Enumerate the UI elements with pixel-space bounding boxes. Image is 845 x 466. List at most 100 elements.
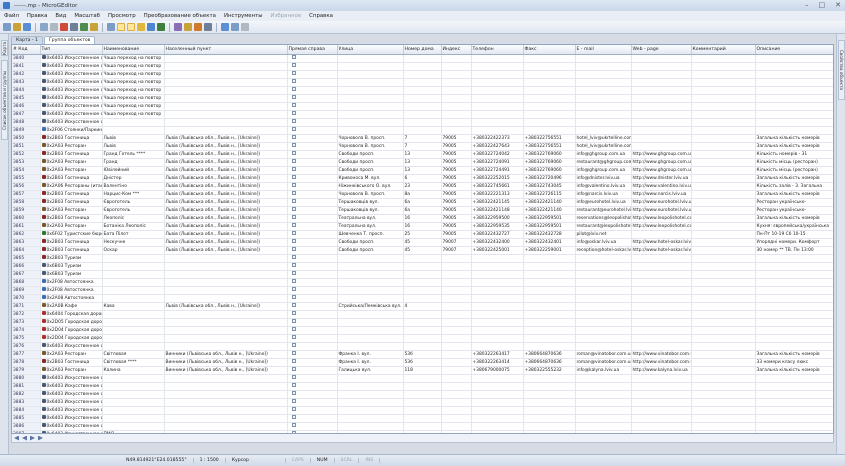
table-cell[interactable]: 0x6403 Искусственное с [40,406,103,415]
table-cell[interactable]: 0x6403 Искусственное с [40,422,103,431]
table-cell[interactable]: 0x2B03 Гостиница [40,174,103,183]
first-record-icon[interactable] [14,435,19,441]
table-cell[interactable] [287,270,338,279]
table-cell[interactable]: pilot@lviv.net [575,230,632,239]
table-cell[interactable] [471,286,524,295]
column-header[interactable]: Телефон [471,45,524,55]
table-cell[interactable]: roman@vinatobor.com.ua [575,358,632,367]
table-cell[interactable] [287,166,338,175]
table-cell[interactable] [403,78,442,87]
table-cell[interactable] [471,70,524,79]
table-cell[interactable]: 0x6403 Искусственное с [40,414,103,423]
table-cell[interactable]: +380322959501 [523,214,576,223]
tab-map[interactable]: Карта - 1 [11,36,43,44]
table-cell[interactable]: http://www.kalyna.lviv.ua [631,366,692,375]
menu-item[interactable]: Инструменты [224,13,263,19]
table-cell[interactable]: 0x6403 Искусственное с [40,54,103,63]
table-cell[interactable] [575,270,632,279]
table-cell[interactable] [403,262,442,271]
table-cell[interactable] [575,398,632,407]
column-header[interactable]: Улица [337,45,404,55]
table-cell[interactable] [102,286,165,295]
table-cell[interactable]: Чаша переход на повтор [102,70,165,79]
toolbar-button-icon[interactable] [50,23,58,31]
table-cell[interactable]: info@kalyna.lviv.ua [575,366,632,375]
table-cell[interactable]: Валентіно [102,182,165,191]
table-cell[interactable] [691,414,756,423]
table-row[interactable]: 3879 0x2A03 Ресторан Калина Винники (Львівс… [12,366,833,375]
table-cell[interactable] [337,262,404,271]
table-cell[interactable] [337,270,404,279]
checkbox[interactable] [291,399,296,403]
table-cell[interactable] [575,70,632,79]
table-cell[interactable]: 16 [403,214,442,223]
minimize-button[interactable]: – [805,1,809,9]
last-record-icon[interactable] [38,435,43,441]
table-cell[interactable] [287,126,338,135]
table-cell[interactable] [164,78,288,87]
table-cell[interactable] [631,278,692,287]
table-cell[interactable]: 0x6403 Искусственное с [40,374,103,383]
table-cell[interactable]: info@ghgroup.com.ua [575,166,632,175]
table-cell[interactable]: http://www.narcis.lviv.ua [631,190,692,199]
table-cell[interactable]: +380664870636 [523,358,576,367]
table-cell[interactable] [471,334,524,343]
table-cell[interactable]: Євроготель [102,206,165,215]
table-cell[interactable] [337,54,404,63]
table-cell[interactable] [441,278,472,287]
toolbar-button-icon[interactable] [157,23,165,31]
table-cell[interactable]: Чаша переход на повтор [102,54,165,63]
checkbox[interactable] [291,375,296,379]
table-cell[interactable]: 3840 [12,54,41,63]
table-cell[interactable]: +380322724091 [471,158,524,167]
table-cell[interactable] [523,278,576,287]
table-cell[interactable] [471,294,524,303]
table-cell[interactable]: Львів [102,134,165,143]
table-row[interactable]: 3885 0x6403 Искусственное с [12,414,833,423]
table-cell[interactable]: +380322724042 [471,150,524,159]
table-cell[interactable]: Кава [102,302,165,311]
table-cell[interactable] [441,382,472,391]
table-cell[interactable]: 79005 [441,190,472,199]
table-cell[interactable]: http://www.hotel-oskar.lviv.ua [631,246,692,255]
table-cell[interactable] [164,118,288,127]
table-cell[interactable] [164,398,288,407]
table-cell[interactable]: Чорновола В. просп. [337,142,404,151]
checkbox[interactable] [291,135,296,139]
table-cell[interactable] [441,422,472,431]
table-cell[interactable]: Нескучне [102,238,165,247]
table-cell[interactable] [575,94,632,103]
table-cell[interactable] [755,262,833,271]
table-cell[interactable]: +380322959535 [471,222,524,231]
table-cell[interactable] [523,286,576,295]
table-cell[interactable] [631,94,692,103]
table-row[interactable]: 3878 0x2B03 Гостиница Світловая **** Винник… [12,358,833,367]
table-cell[interactable]: 3875 [12,334,41,343]
toolbar-button-icon[interactable] [147,23,155,31]
checkbox[interactable] [291,159,296,163]
table-cell[interactable] [523,86,576,95]
toolbar-button-icon[interactable] [137,23,145,31]
table-cell[interactable] [164,334,288,343]
table-cell[interactable] [523,342,576,351]
table-cell[interactable]: +380322432728 [523,230,576,239]
table-cell[interactable]: +380322756551 [523,142,576,151]
table-cell[interactable] [691,222,756,231]
table-cell[interactable] [631,382,692,391]
table-cell[interactable] [691,262,756,271]
table-row[interactable]: 3867 0x6B03 Туризм [12,270,833,279]
table-cell[interactable]: 0x2B03 Гостиница [40,190,103,199]
table-cell[interactable] [631,302,692,311]
checkbox[interactable] [291,231,296,235]
table-cell[interactable]: restaurant@ghgroup.com.ua [575,158,632,167]
table-cell[interactable]: Чаша переход на повтор [102,78,165,87]
table-cell[interactable]: 3861 [12,222,41,231]
table-cell[interactable] [471,78,524,87]
table-cell[interactable] [691,214,756,223]
table-cell[interactable]: 3851 [12,142,41,151]
table-cell[interactable]: 3881 [12,382,41,391]
table-cell[interactable]: http://www.ghgroup.com.ua [631,166,692,175]
table-cell[interactable]: 0x6403 Искусственное с [40,78,103,87]
table-cell[interactable]: 0x2F08 Автостоянка [40,278,103,287]
table-cell[interactable] [164,294,288,303]
